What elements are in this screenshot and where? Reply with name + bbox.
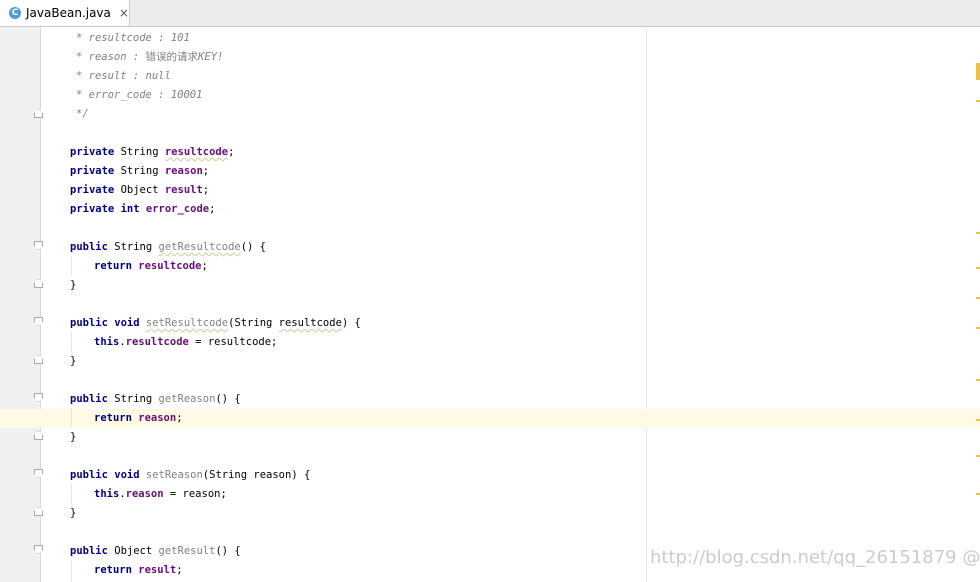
code-line: } xyxy=(70,507,77,519)
indent-guide xyxy=(71,256,72,275)
code-line: public String getResultcode() { xyxy=(70,241,267,253)
code-line: * error_code : 10001 xyxy=(76,89,203,101)
code-line: public String getReason() { xyxy=(70,393,241,405)
code-line: private String reason; xyxy=(70,165,210,177)
code-line: } xyxy=(70,431,77,443)
scroll-marker[interactable] xyxy=(976,100,980,102)
code-editor[interactable]: * resultcode : 101 * reason : 错误的请求KEY! … xyxy=(0,27,980,582)
code-line: private String resultcode; xyxy=(70,146,235,158)
close-icon[interactable]: × xyxy=(119,6,129,20)
code-line: * resultcode : 101 xyxy=(76,32,190,44)
code-line: } xyxy=(70,279,77,291)
scroll-marker[interactable] xyxy=(976,379,980,381)
indent-guide xyxy=(71,332,72,351)
scroll-marker[interactable] xyxy=(976,267,980,269)
indent-guide xyxy=(71,484,72,503)
code-line: private int error_code; xyxy=(70,203,216,215)
code-line: } xyxy=(70,355,77,367)
editor-tab-bar: C JavaBean.java × xyxy=(0,0,980,27)
scroll-marker[interactable] xyxy=(976,63,980,80)
code-line: public Object getResult() { xyxy=(70,545,241,557)
scroll-marker[interactable] xyxy=(976,297,980,299)
code-line: * reason : 错误的请求KEY! xyxy=(76,51,224,63)
indent-guide xyxy=(71,408,72,427)
code-line: this.resultcode = resultcode; xyxy=(94,336,278,348)
code-line: public void setResultcode(String resultc… xyxy=(70,317,361,329)
code-line: public void setReason(String reason) { xyxy=(70,469,311,481)
code-line: return resultcode; xyxy=(94,260,208,272)
scroll-marker[interactable] xyxy=(976,419,980,421)
code-line: * result : null xyxy=(76,70,171,82)
editor-gutter xyxy=(0,27,41,582)
scroll-marker[interactable] xyxy=(976,455,980,457)
tab-javabean[interactable]: C JavaBean.java × xyxy=(0,0,130,26)
java-class-icon: C xyxy=(9,7,21,19)
indent-guide xyxy=(71,560,72,582)
watermark: http://blog.csdn.net/qq_26151879 @稀土掘金技术… xyxy=(650,547,980,568)
scroll-marker[interactable] xyxy=(976,327,980,329)
scroll-marker[interactable] xyxy=(976,493,980,495)
scroll-marker[interactable] xyxy=(976,232,980,234)
code-line: return result; xyxy=(94,564,183,576)
code-line: */ xyxy=(76,108,89,120)
right-margin-guide xyxy=(646,27,647,582)
code-line: private Object result; xyxy=(70,184,210,196)
code-line: this.reason = reason; xyxy=(94,488,227,500)
tab-title: JavaBean.java xyxy=(26,6,111,20)
code-line: return reason; xyxy=(94,412,183,424)
